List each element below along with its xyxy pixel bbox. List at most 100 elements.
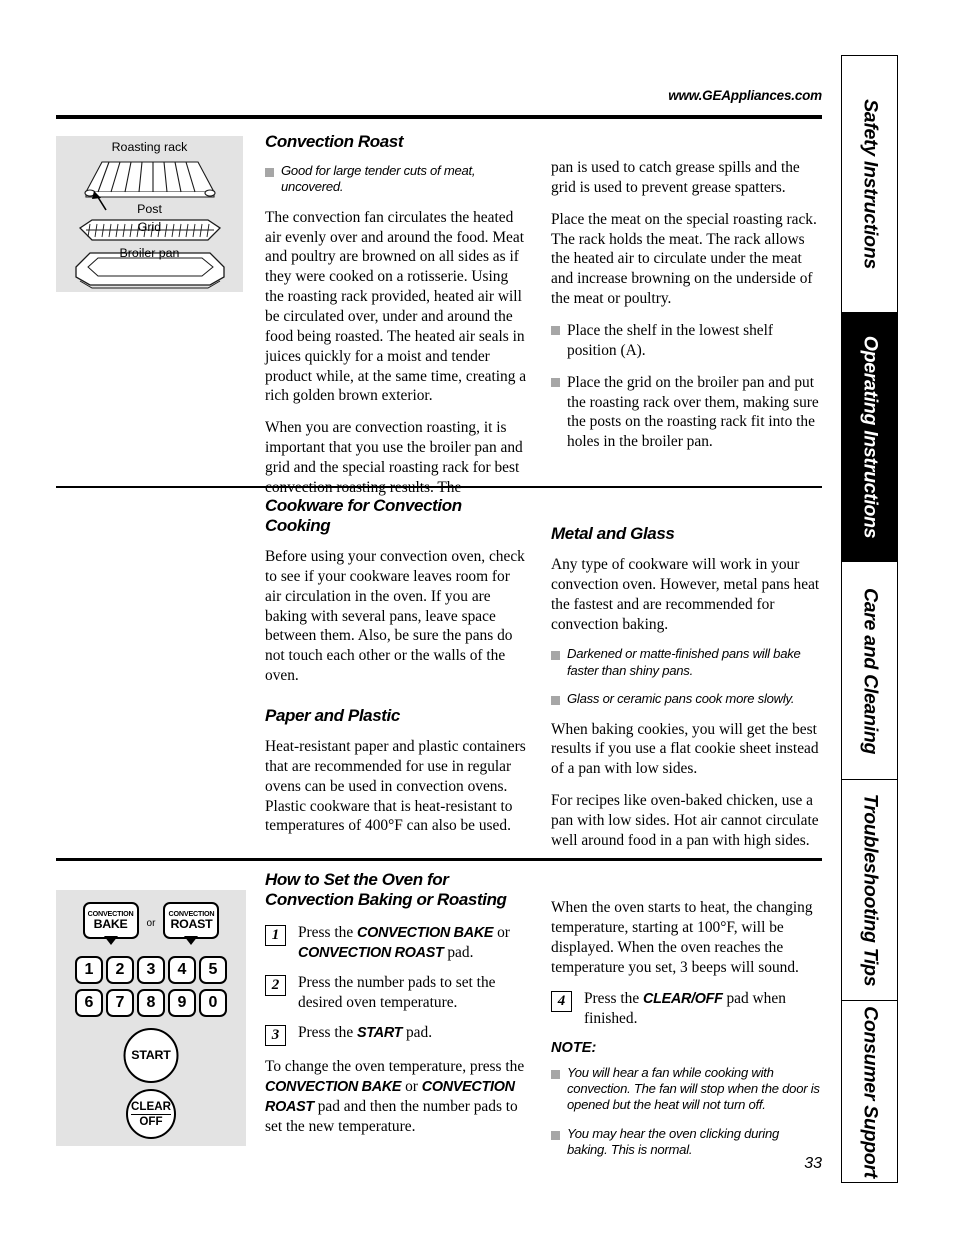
step-number: 4: [551, 991, 572, 1013]
bullet-item: Place the shelf in the lowest shelf posi…: [551, 321, 822, 361]
mode-pad-row: CONVECTION BAKE or CONVECTION ROAST: [56, 902, 246, 939]
heading-cookware-for-convection-cooking: Cookware for Convection Cooking: [265, 496, 462, 535]
how-to-set-left-column: How to Set the Oven for Convection Bakin…: [265, 870, 527, 1137]
page-number: 33: [804, 1155, 822, 1172]
convection-roast-line1: CONVECTION: [168, 909, 215, 919]
numbered-step: 3 Press the START pad.: [265, 1023, 527, 1047]
bullet-text: Darkened or matte-finished pans will bak…: [567, 646, 801, 678]
numbered-step: 4 Press the CLEAR/OFF pad when finished.: [551, 989, 822, 1028]
section-divider-howtoset: [56, 858, 822, 862]
section-tab-label: Operating Instructions: [859, 335, 881, 539]
number-pad-1[interactable]: 1: [75, 956, 103, 984]
paragraph: For recipes like oven-baked chicken, use…: [551, 792, 819, 849]
clear-pad-label-off: OFF: [139, 1114, 163, 1128]
section-tab-label: Troubleshooting Tips: [859, 793, 881, 987]
number-pad-5[interactable]: 5: [199, 956, 227, 984]
paragraph: Place the meat on the special roasting r…: [551, 210, 817, 308]
paragraph: Heat-resistant paper and plastic contain…: [265, 738, 526, 835]
paragraph: Before using your convection oven, check…: [265, 548, 525, 685]
square-bullet-icon: [551, 377, 560, 387]
numbered-step: 2 Press the number pads to set the desire…: [265, 973, 527, 1012]
section-tab-troubleshooting-tips[interactable]: Troubleshooting Tips: [841, 780, 898, 1001]
square-bullet-icon: [551, 326, 560, 336]
number-pad-7[interactable]: 7: [106, 989, 134, 1017]
paragraph: When you are convection roasting, it is …: [265, 419, 523, 496]
how-to-set-right-column: When the oven starts to heat, the changi…: [551, 898, 822, 1170]
bullet-text: Place the grid on the broiler pan and pu…: [567, 373, 819, 451]
caption-broiler-pan: Broiler pan: [119, 246, 180, 260]
bullet-item: You will hear a fan while cooking with c…: [551, 1065, 822, 1114]
bullet-text: You will hear a fan while cooking with c…: [567, 1064, 820, 1113]
square-bullet-icon: [551, 696, 560, 706]
step-text: Press the CONVECTION BAKE or CONVECTION …: [298, 924, 510, 961]
start-pad-label: START: [131, 1048, 171, 1063]
paragraph-change-temperature: To change the oven temperature, press th…: [265, 1058, 525, 1135]
convection-roast-right-column: pan is used to catch grease spills and t…: [551, 158, 822, 464]
oven-control-panel-illustration: CONVECTION BAKE or CONVECTION ROAST 1234…: [56, 890, 246, 1146]
section-tab-operating-instructions[interactable]: Operating Instructions: [841, 313, 898, 562]
step-text: Press the CLEAR/OFF pad when finished.: [584, 990, 786, 1027]
paragraph: When baking cookies, you will get the be…: [551, 720, 819, 778]
bullet-text: Place the shelf in the lowest shelf posi…: [567, 322, 774, 359]
section-tab-safety-instructions[interactable]: Safety Instructions: [841, 55, 898, 313]
square-bullet-icon: [551, 1130, 560, 1140]
note-heading: NOTE:: [551, 1039, 597, 1056]
heading-convection-roast: Convection Roast: [265, 132, 404, 151]
numbered-step-4: 4 Press the CLEAR/OFF pad when finished.: [551, 989, 822, 1028]
number-pad-8[interactable]: 8: [137, 989, 165, 1017]
paragraph: pan is used to catch grease spills and t…: [551, 159, 800, 196]
section-tab-consumer-support[interactable]: Consumer Support: [841, 1001, 898, 1183]
step-number: 1: [265, 925, 286, 946]
cookware-left-column: Cookware for Convection Cooking Before u…: [265, 496, 527, 836]
numbered-step: 1 Press the CONVECTION BAKE or CONVECTION…: [265, 923, 527, 962]
section-tab-label: Care and Cleaning: [859, 587, 881, 754]
square-bullet-icon: [551, 1069, 560, 1079]
bullet-item: Glass or ceramic pans cook more slowly.: [551, 691, 822, 707]
step-number: 2: [265, 975, 286, 997]
paragraph: The convection fan circulates the heated…: [265, 208, 527, 405]
section-tab-care-and-cleaning[interactable]: Care and Cleaning: [841, 562, 898, 780]
bullet-text: Good for large tender cuts of meat, unco…: [281, 163, 476, 195]
start-pad[interactable]: START: [123, 1028, 179, 1083]
square-bullet-icon: [551, 651, 560, 661]
number-pad-0[interactable]: 0: [199, 989, 227, 1017]
number-pad-4[interactable]: 4: [168, 956, 196, 984]
numbered-steps-list: 1 Press the CONVECTION BAKE or CONVECTION…: [265, 923, 527, 1047]
convection-bake-line2: BAKE: [93, 917, 128, 932]
control-name: START: [357, 1025, 403, 1042]
convection-bake-line1: CONVECTION: [87, 909, 134, 919]
step-text: Press the START pad.: [298, 1024, 433, 1042]
cookware-right-column: Metal and Glass Any type of cookware wil…: [551, 524, 822, 851]
convection-bake-pad[interactable]: CONVECTION BAKE: [82, 902, 139, 939]
website-url: www.GEAppliances.com: [668, 88, 822, 103]
roasting-accessories-illustration: Roasting rack Post Grid Broiler pan: [56, 136, 243, 292]
square-bullet-icon: [265, 168, 274, 177]
step-number: 3: [265, 1025, 286, 1047]
number-pad-row-2: 67890: [56, 989, 246, 1017]
bullet-text: You may hear the oven clicking during ba…: [567, 1125, 780, 1157]
clear-off-pad[interactable]: CLEAR OFF: [126, 1089, 176, 1139]
clear-pad-label-clear: CLEAR: [131, 1099, 171, 1115]
heading-metal-and-glass: Metal and Glass: [551, 524, 675, 543]
manual-page: www.GEAppliances.com Safety Instructions…: [0, 0, 954, 1235]
number-pad-row-1: 12345: [56, 956, 246, 984]
control-name: CLEAR/OFF: [643, 991, 723, 1008]
paragraph: Any type of cookware will work in your c…: [551, 556, 820, 633]
number-pad-3[interactable]: 3: [137, 956, 165, 984]
header-divider: [56, 115, 822, 119]
heading-how-to-set-oven: How to Set the Oven for Convection Bakin…: [265, 870, 507, 909]
convection-roast-line2: ROAST: [170, 917, 213, 932]
control-name: CONVECTION BAKE: [357, 925, 494, 941]
convection-roast-pad[interactable]: CONVECTION ROAST: [163, 902, 220, 939]
caption-grid: Grid: [137, 220, 162, 234]
section-tab-rail: Safety Instructions Operating Instruction…: [841, 55, 898, 1183]
control-name: CONVECTION ROAST: [298, 944, 444, 961]
number-pad-9[interactable]: 9: [168, 989, 196, 1017]
bullet-item: Darkened or matte-finished pans will bak…: [551, 646, 822, 679]
number-pad-6[interactable]: 6: [75, 989, 103, 1017]
paragraph: When the oven starts to heat, the changi…: [551, 899, 813, 976]
number-pad-2[interactable]: 2: [106, 956, 134, 984]
section-tab-label: Safety Instructions: [859, 99, 881, 269]
or-label: or: [146, 918, 156, 929]
bullet-text: Glass or ceramic pans cook more slowly.: [567, 691, 795, 707]
